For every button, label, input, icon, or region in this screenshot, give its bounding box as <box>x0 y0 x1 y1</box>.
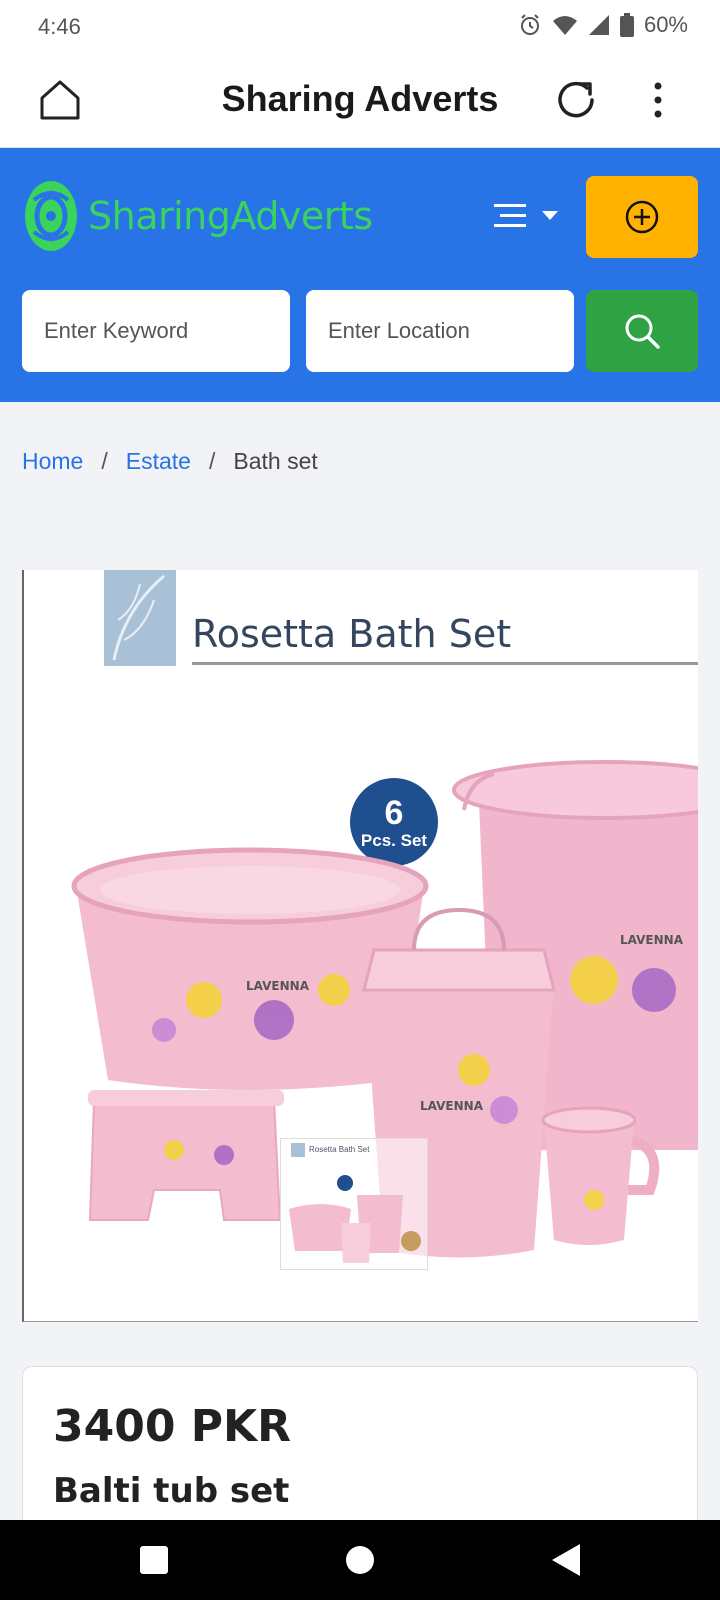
location-input[interactable] <box>306 290 574 372</box>
app-bar: Sharing Adverts <box>0 54 720 148</box>
product-price: 3400 PKR <box>53 1401 292 1452</box>
caret-down-icon <box>542 211 558 220</box>
post-ad-button[interactable] <box>586 176 698 258</box>
app-title: Sharing Adverts <box>221 78 499 119</box>
breadcrumb-separator: / <box>208 448 216 474</box>
breadcrumb-current: Bath set <box>233 448 318 474</box>
battery-percent: 60% <box>643 12 688 37</box>
plus-circle-icon <box>625 200 659 234</box>
thumb-products-icon <box>289 1175 421 1263</box>
back-icon[interactable] <box>546 1540 586 1580</box>
site-logo[interactable]: SharingAdverts <box>24 180 373 252</box>
menu-dropdown-button[interactable] <box>494 200 560 232</box>
home-icon[interactable] <box>38 78 82 122</box>
battery-icon <box>619 13 634 37</box>
thumb-leaf-icon <box>291 1143 305 1157</box>
leaf-pattern-icon <box>104 570 176 666</box>
system-nav-bar <box>0 1520 720 1600</box>
status-bar: 4:46 60% <box>0 0 720 54</box>
search-button[interactable] <box>586 290 698 372</box>
brand-label-bucket: LAVENNA <box>620 933 684 947</box>
site-header: SharingAdverts <box>0 148 720 402</box>
breadcrumb-home-link[interactable]: Home <box>22 448 83 475</box>
breadcrumb-category-link[interactable]: Estate <box>126 448 191 475</box>
more-vert-icon[interactable] <box>646 76 670 124</box>
status-time: 4:46 <box>38 14 81 39</box>
breadcrumb-separator: / <box>101 448 108 474</box>
image-rule <box>192 662 698 665</box>
brand-label-bin: LAVENNA <box>420 1099 484 1113</box>
breadcrumb: Home / Estate / Bath set <box>22 448 318 475</box>
recents-icon[interactable] <box>134 1540 174 1580</box>
logo-text-part2: Adverts <box>230 194 373 238</box>
logo-text: SharingAdverts <box>88 194 373 238</box>
image-header: Rosetta Bath Set <box>104 570 698 670</box>
logo-mark-icon <box>25 181 77 251</box>
menu-icon <box>494 204 526 227</box>
wifi-icon <box>552 16 577 35</box>
image-thumbnail[interactable]: Rosetta Bath Set <box>280 1138 428 1270</box>
signal-icon <box>588 15 609 35</box>
search-icon <box>625 314 660 349</box>
thumbnail-title: Rosetta Bath Set <box>309 1145 370 1154</box>
product-image[interactable]: Rosetta Bath Set 6 Pcs. Set LAVENNA LAVE… <box>22 570 698 1322</box>
brand-label-tub: LAVENNA <box>246 979 310 993</box>
image-title: Rosetta Bath Set <box>192 612 512 656</box>
logo-text-part1: Sharing <box>88 194 231 238</box>
status-icons: 60% <box>518 12 688 38</box>
product-name: Balti tub set <box>53 1471 290 1511</box>
alarm-icon <box>520 14 539 35</box>
home-nav-icon[interactable] <box>340 1540 380 1580</box>
keyword-input[interactable] <box>22 290 290 372</box>
refresh-icon[interactable] <box>554 78 598 122</box>
